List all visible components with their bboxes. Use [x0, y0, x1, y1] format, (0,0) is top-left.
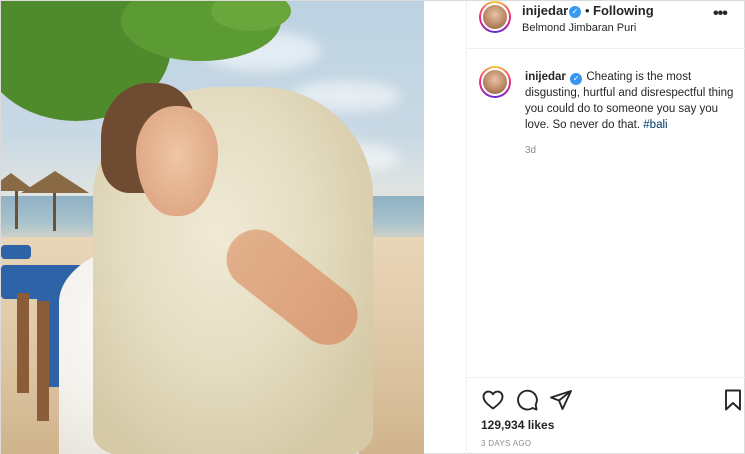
verified-badge-icon: ✓ — [569, 6, 581, 18]
post-actions: 129,934 likes 3 DAYS AGO — [467, 377, 745, 454]
lounger-frame — [17, 293, 29, 393]
paper-plane-icon[interactable] — [549, 388, 573, 412]
following-button[interactable]: Following — [593, 3, 654, 18]
lounger-frame — [37, 301, 49, 421]
avatar-image — [481, 68, 509, 96]
likes-count[interactable]: 129,934 likes — [481, 418, 554, 432]
caption-avatar[interactable] — [479, 66, 511, 98]
comment-icon[interactable] — [515, 388, 539, 412]
post-photo[interactable] — [1, 1, 424, 454]
post-dialog: inijedar ✓ • Following Belmond Jimbaran … — [0, 0, 745, 454]
post-caption: inijedar ✓ Cheating is the most disgusti… — [525, 69, 735, 133]
author-avatar[interactable] — [479, 1, 511, 33]
umbrella-pole — [53, 193, 56, 231]
sun-lounger — [1, 245, 31, 259]
location-link[interactable]: Belmond Jimbaran Puri — [522, 22, 636, 34]
beach-umbrella — [1, 173, 35, 191]
separator-dot: • — [585, 3, 590, 18]
post-timestamp: 3 DAYS AGO — [481, 439, 532, 448]
caption-username[interactable]: inijedar — [525, 71, 566, 83]
caption-age: 3d — [525, 145, 537, 156]
heart-icon[interactable] — [481, 388, 505, 412]
bookmark-icon[interactable] — [721, 388, 745, 412]
author-username[interactable]: inijedar — [522, 3, 568, 18]
hashtag-link[interactable]: #bali — [643, 119, 667, 131]
verified-badge-icon: ✓ — [570, 73, 583, 85]
umbrella-pole — [15, 191, 18, 229]
post-header: inijedar ✓ • Following Belmond Jimbaran … — [467, 1, 745, 49]
post-sidebar: inijedar ✓ • Following Belmond Jimbaran … — [466, 1, 745, 454]
more-options-icon[interactable]: ••• — [713, 5, 728, 23]
avatar-image — [481, 3, 509, 31]
